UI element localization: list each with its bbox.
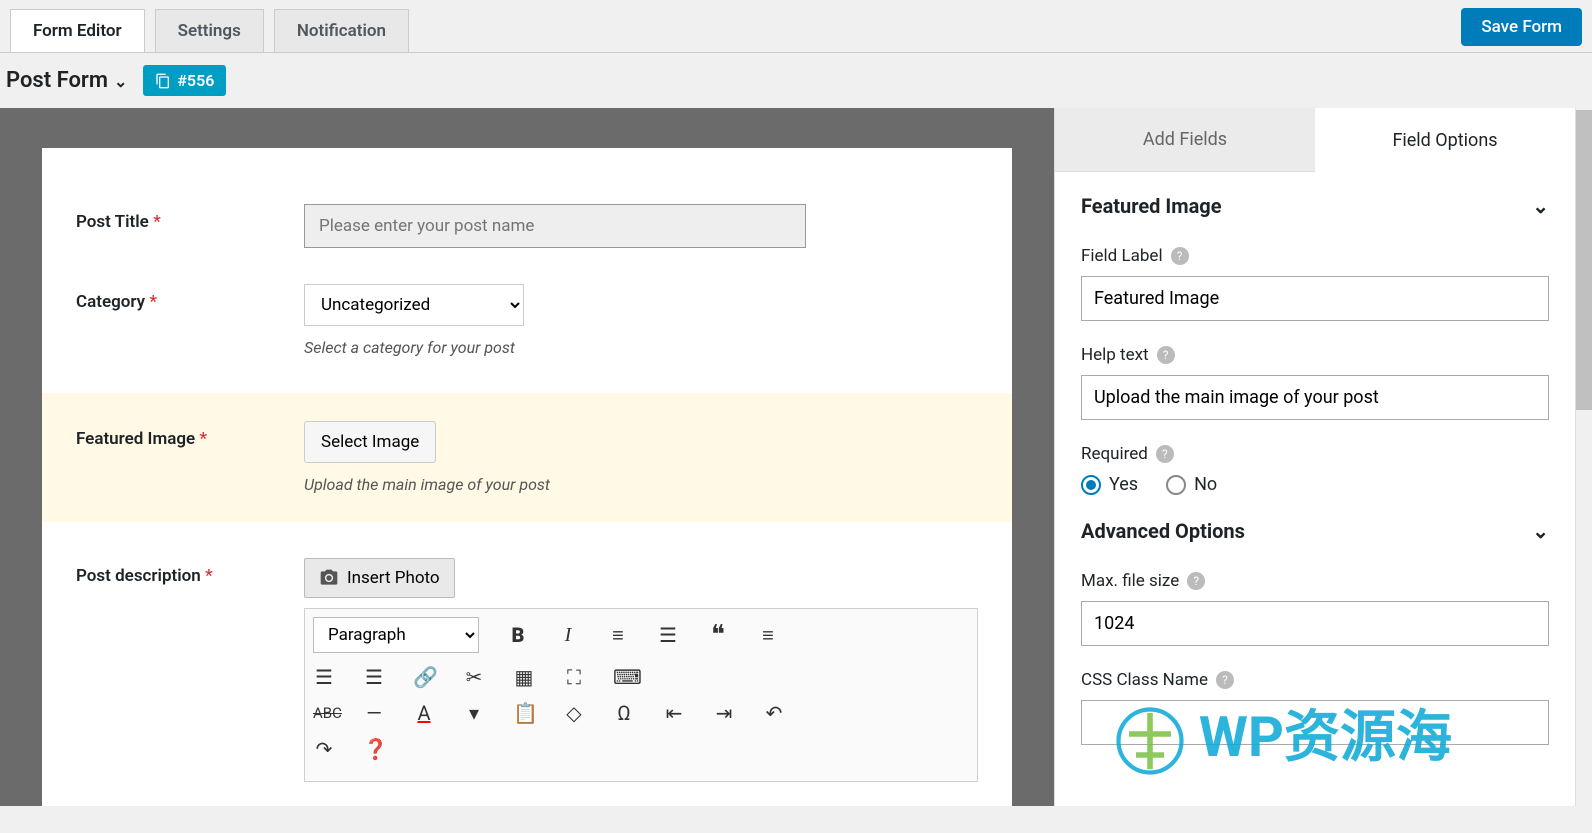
css-class-input[interactable] [1081, 700, 1549, 745]
main-tabs: Form Editor Settings Notification [10, 9, 409, 52]
post-description-label: Post description * [76, 558, 304, 586]
outdent-icon[interactable]: ⇤ [663, 701, 685, 725]
section-advanced[interactable]: Advanced Options ⌄ [1081, 519, 1549, 543]
help-icon[interactable]: ? [1216, 671, 1234, 689]
form-id-badge[interactable]: #556 [143, 65, 226, 96]
help-icon[interactable]: ? [1171, 247, 1189, 265]
chevron-down-icon[interactable]: ⌄ [114, 72, 127, 91]
css-class-label: CSS Class Name? [1081, 670, 1549, 690]
dropdown-icon[interactable]: ▾ [463, 701, 485, 725]
tab-form-editor[interactable]: Form Editor [10, 9, 145, 52]
editor-toolbar: Paragraph B I ≡ ☰ ❝ ≡ ☰ ☰ 🔗 ✂ [304, 608, 978, 782]
camera-icon [319, 568, 339, 588]
italic-icon[interactable]: I [557, 624, 579, 647]
undo-icon[interactable]: ↶ [763, 701, 785, 725]
insert-photo-button[interactable]: Insert Photo [304, 558, 455, 598]
category-label: Category * [76, 284, 304, 312]
section-featured-image[interactable]: Featured Image ⌄ [1081, 194, 1549, 218]
sidebar-tab-field-options[interactable]: Field Options [1315, 108, 1575, 172]
align-center-icon[interactable]: ☰ [313, 665, 335, 689]
post-title-label: Post Title * [76, 204, 304, 232]
unlink-icon[interactable]: ✂ [463, 665, 485, 689]
scrollbar[interactable] [1575, 108, 1592, 806]
max-file-size-label: Max. file size? [1081, 571, 1549, 591]
field-label-label: Field Label? [1081, 246, 1549, 266]
chevron-down-icon: ⌄ [1532, 519, 1549, 543]
align-left-icon[interactable]: ≡ [757, 623, 779, 648]
textcolor-icon[interactable]: A [413, 701, 435, 725]
tab-settings[interactable]: Settings [155, 9, 264, 52]
field-label-input[interactable] [1081, 276, 1549, 321]
help-icon[interactable]: ? [1157, 346, 1175, 364]
strikethrough-icon[interactable]: ABC [313, 704, 335, 722]
omega-icon[interactable]: Ω [613, 701, 635, 725]
link-icon[interactable]: 🔗 [413, 665, 435, 689]
required-yes-radio[interactable]: Yes [1081, 474, 1138, 495]
redo-icon[interactable]: ↷ [313, 737, 335, 761]
featured-image-field-selected[interactable]: Featured Image * Select Image Upload the… [42, 393, 1012, 522]
erase-icon[interactable]: ◇ [563, 701, 585, 725]
featured-image-hint: Upload the main image of your post [304, 475, 978, 494]
bold-icon[interactable]: B [507, 623, 529, 647]
keyboard-icon[interactable]: ⌨ [613, 665, 635, 689]
align-right-icon[interactable]: ☰ [363, 665, 385, 689]
max-file-size-input[interactable] [1081, 601, 1549, 646]
chevron-down-icon: ⌄ [1532, 194, 1549, 218]
category-hint: Select a category for your post [304, 338, 978, 357]
fullscreen-icon[interactable]: ⛶ [563, 665, 585, 689]
quote-icon[interactable]: ❝ [707, 620, 729, 650]
required-label: Required? [1081, 444, 1549, 464]
help-text-input[interactable] [1081, 375, 1549, 420]
indent-icon[interactable]: ⇥ [713, 701, 735, 725]
paragraph-select[interactable]: Paragraph [313, 617, 479, 653]
more-icon[interactable]: ▦ [513, 665, 535, 689]
category-select[interactable]: Uncategorized [304, 284, 524, 326]
tab-notification[interactable]: Notification [274, 9, 409, 52]
select-image-button[interactable]: Select Image [304, 421, 436, 463]
copy-icon [155, 73, 171, 89]
sidebar-tab-add-fields[interactable]: Add Fields [1055, 108, 1315, 172]
help-icon[interactable]: ? [1156, 445, 1174, 463]
form-title: Post Form⌄ [6, 68, 127, 93]
paste-icon[interactable]: 📋 [513, 701, 535, 725]
list-ul-icon[interactable]: ≡ [607, 623, 629, 648]
hr-icon[interactable]: — [363, 701, 385, 725]
save-form-button[interactable]: Save Form [1461, 8, 1582, 46]
post-title-input[interactable] [304, 204, 806, 248]
help-icon[interactable]: ? [1187, 572, 1205, 590]
list-ol-icon[interactable]: ☰ [657, 623, 679, 647]
featured-image-label: Featured Image * [76, 421, 304, 449]
help-text-label: Help text? [1081, 345, 1549, 365]
form-canvas: Post Title * Category * Uncategorized Se… [0, 108, 1054, 806]
help-icon[interactable]: ❓ [363, 737, 385, 761]
required-no-radio[interactable]: No [1166, 474, 1217, 495]
